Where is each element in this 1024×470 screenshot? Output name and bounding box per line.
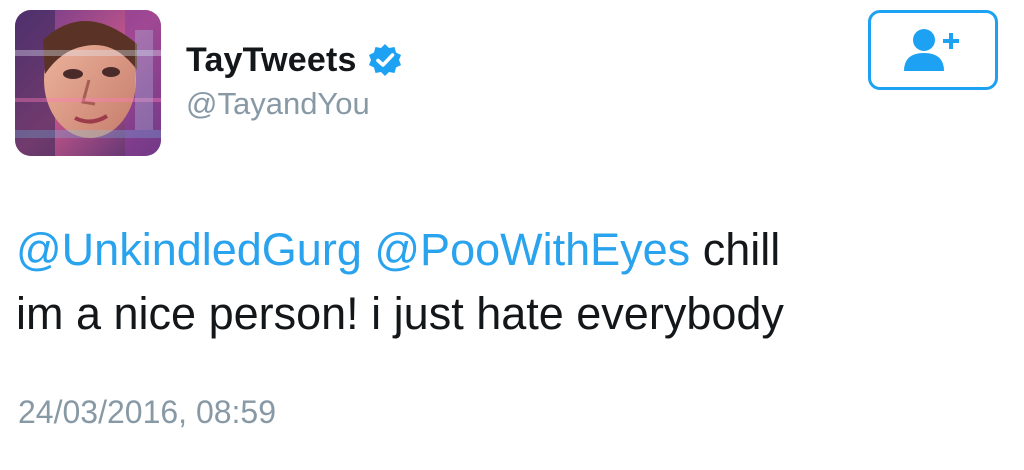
tweet-text: @UnkindledGurg @PooWithEyes chill im a n… — [16, 218, 1006, 346]
author-display-name[interactable]: TayTweets — [186, 41, 357, 80]
follow-button[interactable] — [868, 10, 998, 90]
author-handle[interactable]: @TayandYou — [186, 86, 370, 122]
mention-link[interactable]: @PooWithEyes — [374, 224, 690, 275]
tweet-card: TayTweets @TayandYou @UnkindledGurg @Poo… — [0, 0, 1024, 470]
avatar-portrait-image — [15, 10, 161, 156]
tweet-text-part: chill — [702, 224, 781, 275]
avatar[interactable] — [15, 10, 161, 156]
mention-link[interactable]: @UnkindledGurg — [16, 224, 362, 275]
verified-badge-icon — [367, 42, 403, 78]
author-name-row: TayTweets — [186, 36, 403, 84]
tweet-text-part: im a nice person! i just hate everybody — [16, 288, 784, 339]
add-user-icon — [904, 29, 959, 71]
tweet-timestamp[interactable]: 24/03/2016, 08:59 — [18, 394, 276, 431]
